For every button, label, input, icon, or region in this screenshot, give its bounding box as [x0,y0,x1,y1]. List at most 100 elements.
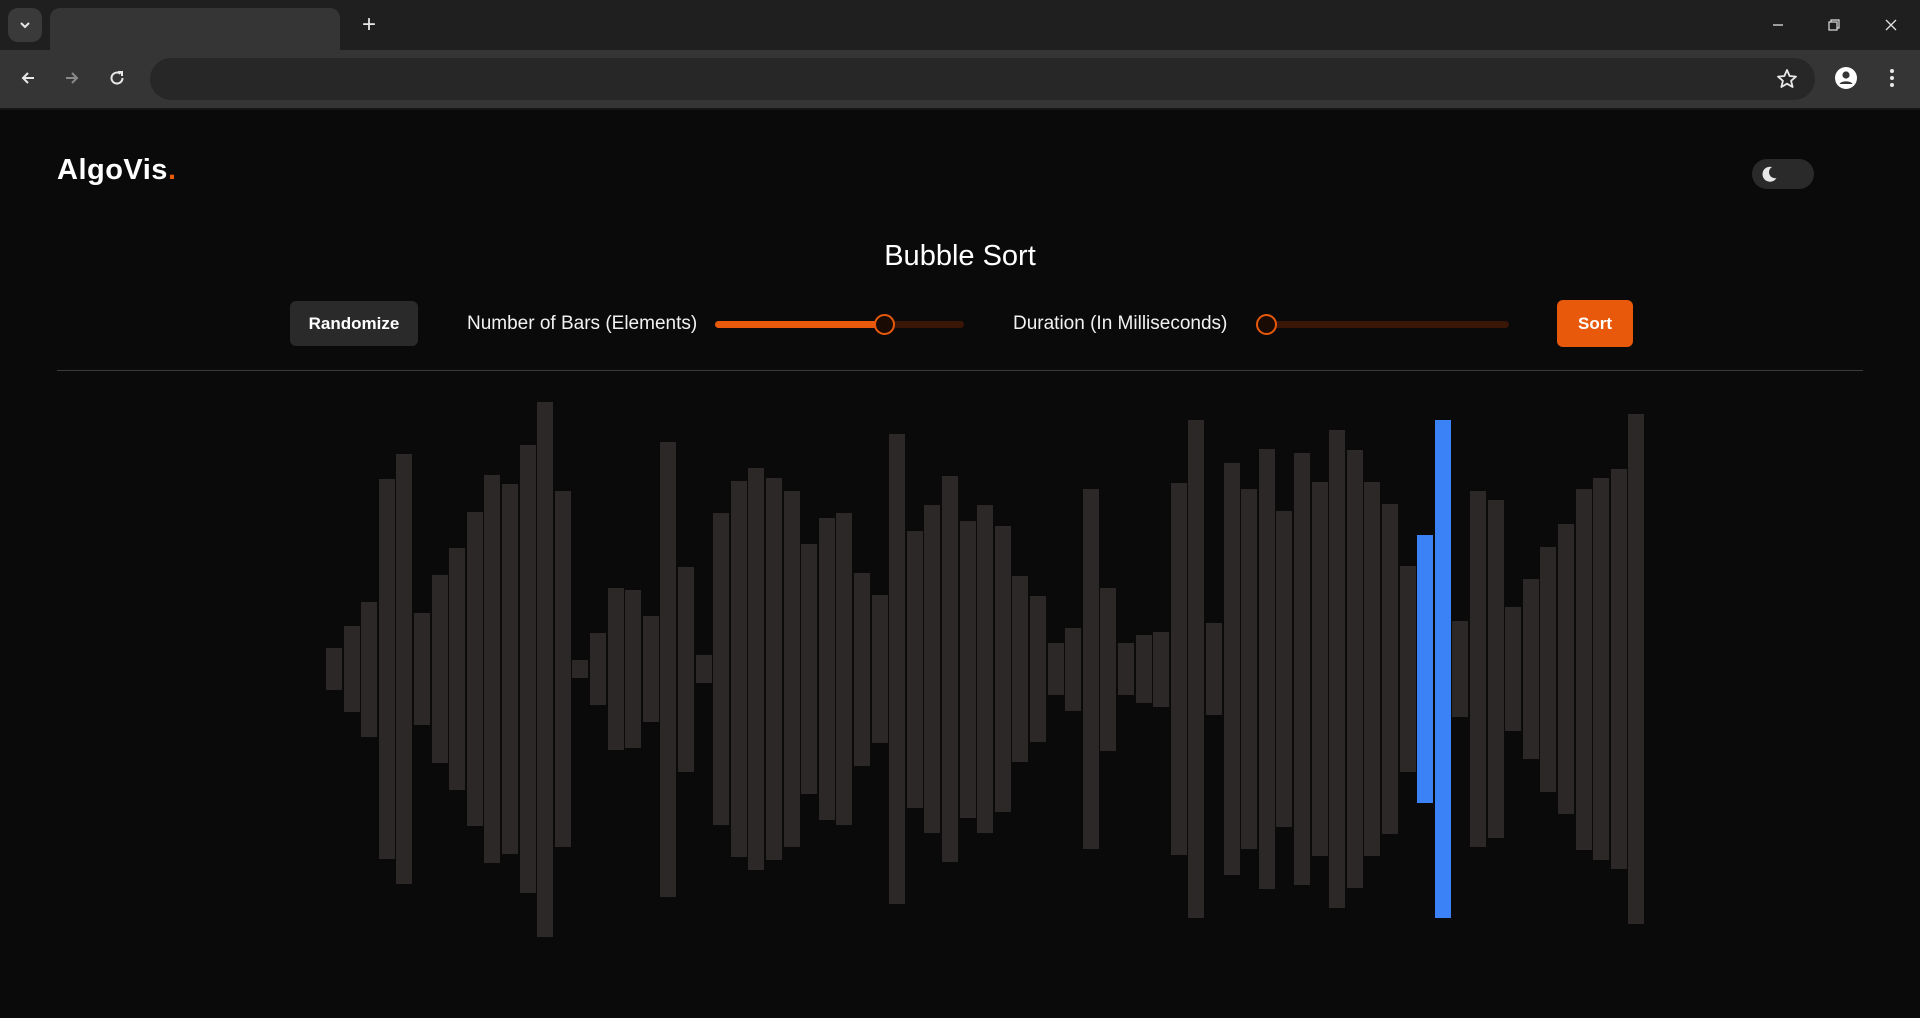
array-bar [326,648,342,690]
kebab-icon [1890,69,1894,87]
browser-toolbar [0,50,1920,108]
chevron-down-icon [20,22,30,29]
forward-button[interactable] [54,60,90,96]
array-bar [449,548,466,790]
array-bar [1030,596,1046,742]
array-bar [1170,483,1187,855]
array-bar [1522,579,1539,759]
array-bar [748,468,765,870]
minimize-icon [1773,24,1783,26]
array-bar [378,479,395,859]
array-bar [1135,635,1152,703]
array-bar [818,518,835,820]
array-bar [414,613,430,725]
array-bar [1276,511,1293,827]
array-bar [1575,488,1592,850]
close-window-button[interactable] [1862,0,1920,50]
app-page: AlgoVis. Bubble Sort Randomize Number of… [0,110,1920,1018]
array-bar [783,491,800,847]
array-bar [1470,491,1486,847]
array-bar [994,526,1011,812]
restore-button[interactable] [1805,0,1863,50]
array-bar [1047,643,1064,695]
array-bar [1012,576,1029,762]
restore-icon [1828,19,1840,31]
array-bar [502,484,518,854]
array-bar [466,512,483,826]
array-bar [431,575,448,763]
array-bar [343,626,360,712]
arrow-left-icon [21,72,34,84]
array-bar [1311,482,1328,856]
array-bar [484,475,501,863]
address-bar[interactable] [150,58,1815,100]
array-bar [836,513,853,825]
array-bar [396,454,413,884]
array-bar [625,590,642,748]
array-bar [1188,420,1205,918]
array-bar [1206,623,1222,715]
array-bar [590,633,606,705]
array-bar [1100,587,1117,751]
array-bar [1558,524,1574,814]
array-bar [1153,631,1170,707]
array-bar [1593,478,1610,860]
array-bar [977,505,994,833]
array-bar [642,616,659,722]
array-bar [1505,607,1522,731]
active-tab[interactable] [50,8,340,50]
array-bar [537,401,554,937]
array-bar [1434,420,1451,918]
array-bar [1346,450,1363,888]
array-bar [924,505,941,833]
star-icon[interactable] [1775,67,1799,91]
close-icon [1885,19,1897,31]
array-bar [1417,535,1434,803]
array-bar [1223,463,1240,875]
array-bar [1540,546,1557,792]
array-bar [1487,500,1504,838]
array-bar [1118,643,1134,695]
array-bar [660,441,677,897]
array-bar [730,481,747,857]
array-bar [1258,449,1275,889]
arrow-right-icon [66,72,79,84]
array-bar [1082,489,1099,849]
array-bar [361,601,378,737]
reload-button[interactable] [99,60,135,96]
array-bar [554,491,571,847]
profile-button[interactable] [1828,60,1864,96]
tab-search-button[interactable] [8,8,42,42]
array-bar [1294,453,1310,885]
reload-icon [110,71,124,85]
array-bar [678,566,694,772]
browser-menu-button[interactable] [1874,60,1910,96]
array-bar [519,445,536,893]
account-icon [1835,67,1857,89]
array-bar [1329,430,1346,908]
minimize-button[interactable] [1749,0,1807,50]
browser-tab-bar: + [0,0,1920,50]
array-bar [1452,621,1469,717]
array-bar [713,513,730,825]
array-bar [942,476,958,862]
array-bar [1364,482,1381,856]
array-bar [572,660,589,678]
array-bar [1610,469,1627,869]
new-tab-button[interactable]: + [354,10,384,40]
array-bar [1065,627,1082,711]
array-bar [1399,566,1416,772]
array-bar [889,434,906,904]
bars-visualization [0,110,1920,1018]
array-bar [854,572,870,766]
array-bar [1628,414,1645,924]
back-button[interactable] [10,60,46,96]
array-bar [871,595,888,743]
array-bar [1382,504,1398,834]
array-bar [607,588,624,750]
array-bar [766,478,782,860]
array-bar [959,520,976,818]
array-bar [906,530,923,808]
array-bar [695,655,712,683]
array-bar [1241,489,1258,849]
